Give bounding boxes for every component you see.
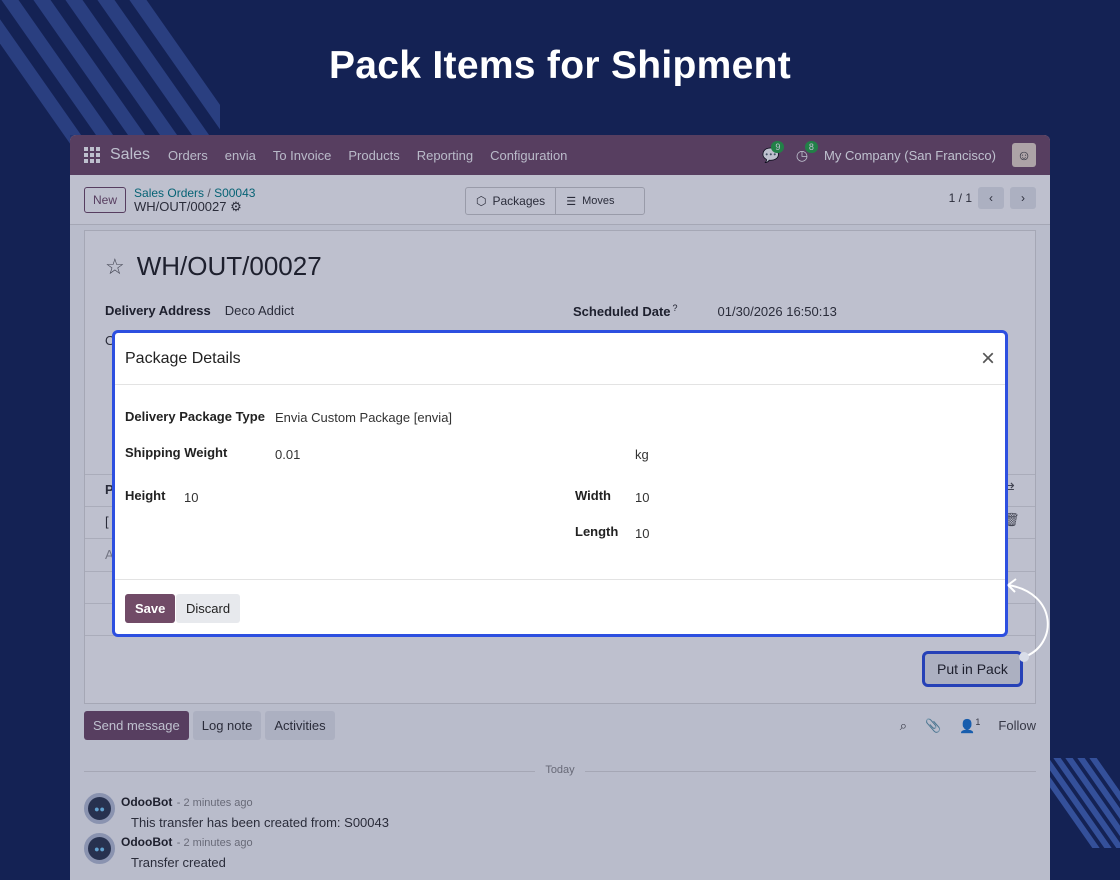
packages-label: Packages <box>492 194 546 208</box>
scheduled-date-value[interactable]: 01/30/2026 16:50:13 <box>718 304 837 319</box>
pager-value[interactable]: 1 / 1 <box>949 191 972 205</box>
width-input[interactable]: 10 <box>635 490 649 505</box>
record-title: WH/OUT/00027 <box>136 251 322 281</box>
height-input[interactable]: 10 <box>184 490 198 505</box>
date-separator: Today <box>84 764 1036 778</box>
boxes-icon: ⬡ <box>476 194 487 208</box>
chatter-message: ●● OdooBot - 2 minutes ago Transfer crea… <box>84 833 253 870</box>
smart-buttons: ⬡ Packages ☰ Moves <box>465 187 646 215</box>
follow-button[interactable]: Follow <box>998 718 1036 733</box>
new-button[interactable]: New <box>84 186 127 213</box>
user-icon: 👤 <box>959 718 976 734</box>
package-details-dialog: Package Details × Delivery Package Type … <box>112 330 1008 637</box>
moves-label: Moves <box>582 195 615 207</box>
followers-count: 1 <box>975 717 981 727</box>
table-row-fragment: [ <box>105 514 109 529</box>
nav-item-products[interactable]: Products <box>348 148 399 163</box>
message-author[interactable]: OdooBot <box>121 835 172 849</box>
dialog-footer: Save Discard <box>115 579 1005 634</box>
weight-unit: kg <box>635 447 649 462</box>
shipping-weight-label: Shipping Weight <box>125 445 228 460</box>
chatter-buttons: Send message Log note Activities <box>84 711 335 740</box>
scheduled-date-field: Scheduled Date? 01/30/2026 16:50:13 <box>573 303 837 319</box>
breadcrumb-current: WH/OUT/00027 <box>134 198 227 214</box>
delivery-address-value[interactable]: Deco Addict <box>225 303 294 318</box>
odoobot-avatar: ●● <box>84 793 115 824</box>
dialog-header: Package Details × <box>115 333 1005 385</box>
gear-icon[interactable]: ⚙ <box>230 199 242 214</box>
discard-button[interactable]: Discard <box>176 594 241 623</box>
nav-item-to-invoice[interactable]: To Invoice <box>273 148 332 163</box>
nav-item-configuration[interactable]: Configuration <box>490 148 567 163</box>
app-grid-icon[interactable] <box>84 147 100 163</box>
record-title-row: ☆ WH/OUT/00027 <box>105 251 322 282</box>
close-icon[interactable]: × <box>981 346 995 371</box>
help-icon[interactable]: ? <box>673 303 678 313</box>
package-type-input[interactable]: Envia Custom Package [envia] <box>275 410 452 425</box>
send-message-button[interactable]: Send message <box>84 711 189 740</box>
dialog-title: Package Details <box>125 349 241 367</box>
control-panel: New Sales Orders / S00043 WH/OUT/00027 ⚙… <box>70 175 1050 225</box>
message-text: Transfer created <box>131 855 226 870</box>
nav-item-orders[interactable]: Orders <box>168 148 208 163</box>
save-button[interactable]: Save <box>125 594 176 623</box>
package-type-label: Delivery Package Type <box>125 409 265 424</box>
delivery-address-label: Delivery Address <box>105 303 211 318</box>
moves-button[interactable]: ☰ Moves <box>556 188 644 214</box>
chevron-left-icon: ‹ <box>989 191 993 205</box>
user-avatar[interactable]: ☺ <box>1012 143 1036 167</box>
log-note-button[interactable]: Log note <box>192 711 262 740</box>
nav-item-envia[interactable]: envia <box>225 148 256 163</box>
pager-previous-button[interactable]: ‹ <box>978 187 1004 209</box>
chevron-right-icon: › <box>1021 191 1025 205</box>
messages-button[interactable]: 💬 9 <box>762 140 785 164</box>
followers-button[interactable]: 👤1 <box>959 717 980 734</box>
length-input[interactable]: 10 <box>635 526 649 541</box>
width-label: Width <box>575 488 611 503</box>
list-icon: ☰ <box>566 195 577 208</box>
height-label: Height <box>125 488 166 503</box>
shipping-weight-input[interactable]: 0.01 <box>275 447 300 462</box>
pager: 1 / 1 ‹ › <box>949 187 1036 209</box>
today-label: Today <box>535 764 585 776</box>
message-time: - 2 minutes ago <box>176 837 253 849</box>
chatter-message: ●● OdooBot - 2 minutes ago This transfer… <box>84 793 389 830</box>
nav-app-name[interactable]: Sales <box>110 146 150 164</box>
paperclip-icon[interactable]: 📎 <box>925 718 941 734</box>
activities-badge: 8 <box>804 140 818 153</box>
star-icon[interactable]: ☆ <box>105 254 125 280</box>
scheduled-date-label: Scheduled Date <box>573 304 671 320</box>
breadcrumb: Sales Orders / S00043 WH/OUT/00027 ⚙ <box>134 185 256 214</box>
activities-button-chatter[interactable]: Activities <box>265 711 335 740</box>
odoobot-avatar: ●● <box>84 833 115 864</box>
company-switcher[interactable]: My Company (San Francisco) <box>824 148 996 163</box>
curved-arrow-icon <box>1007 578 1049 662</box>
message-author[interactable]: OdooBot <box>121 795 172 809</box>
length-label: Length <box>575 524 619 539</box>
nav-item-reporting[interactable]: Reporting <box>417 148 473 163</box>
delivery-address-field: Delivery Address Deco Addict <box>105 303 294 318</box>
page-headline: Pack Items for Shipment <box>328 44 792 87</box>
activities-button[interactable]: ◷ 8 <box>796 140 818 164</box>
search-icon[interactable]: ⌕ <box>900 718 907 734</box>
top-navbar: Sales Orders envia To Invoice Products R… <box>70 135 1050 175</box>
message-time: - 2 minutes ago <box>176 797 253 809</box>
packages-button[interactable]: ⬡ Packages <box>466 188 557 214</box>
decorative-stripes-bottom-right <box>1050 758 1120 848</box>
messages-badge: 9 <box>771 140 785 153</box>
message-text: This transfer has been created from: S00… <box>131 815 389 830</box>
pager-next-button[interactable]: › <box>1010 187 1036 209</box>
breadcrumb-order[interactable]: S00043 <box>214 186 255 200</box>
breadcrumb-sales-orders[interactable]: Sales Orders <box>134 186 204 200</box>
chatter-actions: ⌕ 📎 👤1 Follow <box>900 717 1036 734</box>
